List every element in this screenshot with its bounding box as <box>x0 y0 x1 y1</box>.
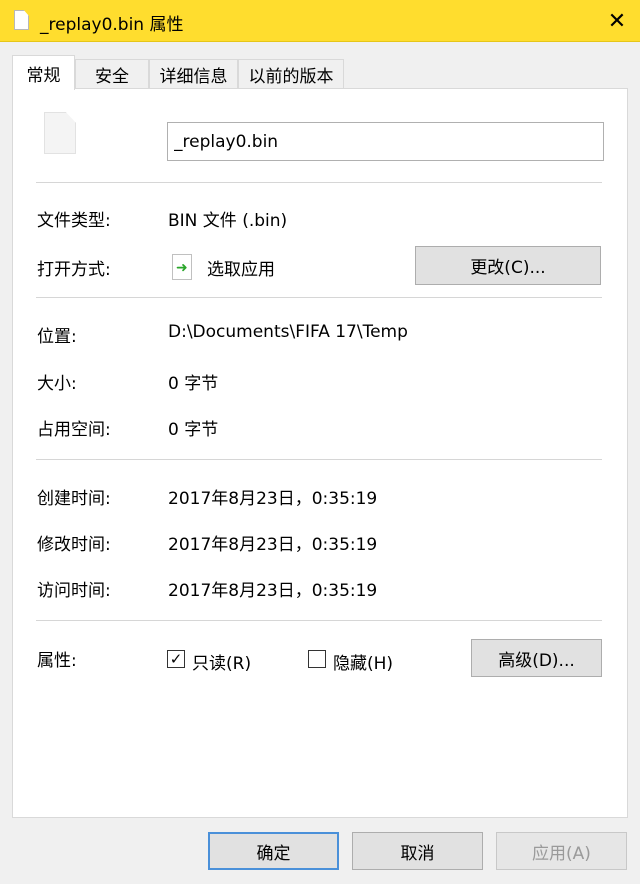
file-icon <box>44 112 76 154</box>
location-value: D:\Documents\FIFA 17\Temp <box>168 322 408 342</box>
apply-button[interactable]: 应用(A) <box>496 832 627 870</box>
size-on-disk-label: 占用空间: <box>37 420 111 440</box>
window-title: _replay0.bin 属性 <box>40 15 184 35</box>
title-bar: _replay0.bin 属性 ✕ <box>0 0 640 42</box>
opens-with-value: 选取应用 <box>207 260 275 280</box>
ok-button[interactable]: 确定 <box>208 832 339 870</box>
divider <box>36 182 602 183</box>
tab-security[interactable]: 安全 <box>75 59 149 89</box>
hidden-checkbox[interactable] <box>308 650 326 668</box>
tab-general[interactable]: 常规 <box>12 55 75 90</box>
size-on-disk-value: 0 字节 <box>168 420 219 440</box>
created-value: 2017年8月23日，0:35:19 <box>168 489 378 509</box>
file-type-label: 文件类型: <box>37 211 111 231</box>
divider <box>36 297 602 298</box>
opens-with-label: 打开方式: <box>37 260 111 280</box>
divider <box>36 620 602 621</box>
general-panel <box>12 88 628 818</box>
accessed-label: 访问时间: <box>37 581 111 601</box>
change-button[interactable]: 更改(C)... <box>415 246 601 285</box>
divider <box>36 459 602 460</box>
hidden-label[interactable]: 隐藏(H) <box>333 649 393 674</box>
file-type-value: BIN 文件 (.bin) <box>168 211 288 231</box>
close-button[interactable]: ✕ <box>594 0 640 42</box>
tab-previous-versions[interactable]: 以前的版本 <box>238 59 344 89</box>
cancel-button[interactable]: 取消 <box>352 832 483 870</box>
file-name-input[interactable] <box>167 122 604 161</box>
advanced-button[interactable]: 高级(D)... <box>471 639 602 677</box>
file-icon <box>14 10 29 30</box>
size-label: 大小: <box>37 374 77 394</box>
created-label: 创建时间: <box>37 489 111 509</box>
readonly-checkbox[interactable]: ✓ <box>167 650 185 668</box>
readonly-label[interactable]: 只读(R) <box>192 649 251 674</box>
size-value: 0 字节 <box>168 374 219 394</box>
location-label: 位置: <box>37 327 77 347</box>
modified-label: 修改时间: <box>37 535 111 555</box>
tab-details[interactable]: 详细信息 <box>149 59 238 89</box>
open-with-app-icon: ➜ <box>172 254 192 280</box>
accessed-value: 2017年8月23日，0:35:19 <box>168 581 378 601</box>
modified-value: 2017年8月23日，0:35:19 <box>168 535 378 555</box>
attributes-label: 属性: <box>37 651 77 671</box>
